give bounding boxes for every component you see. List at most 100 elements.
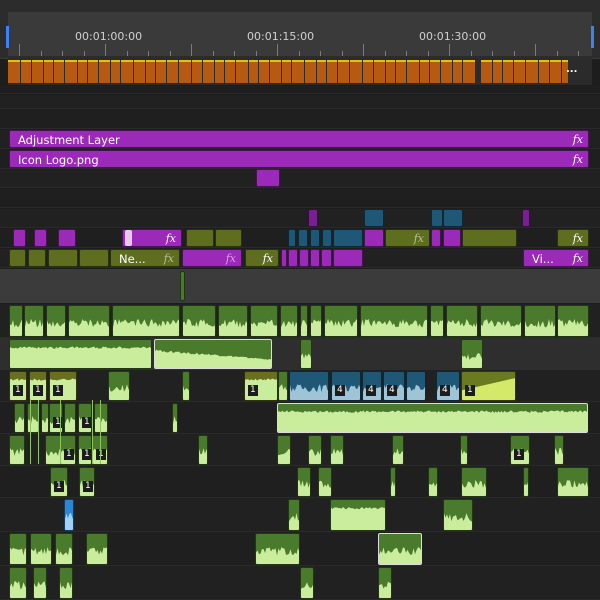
clip-purple-fx[interactable]: fx	[182, 249, 242, 267]
track-lane[interactable]	[0, 86, 600, 94]
audio-clip[interactable]	[182, 371, 190, 401]
audio-clip[interactable]	[460, 435, 468, 465]
clip-purple[interactable]	[333, 249, 363, 267]
audio-clip[interactable]	[554, 435, 564, 465]
clip-purple[interactable]	[13, 229, 26, 247]
audio-clip[interactable]	[255, 533, 300, 565]
audio-clip[interactable]	[59, 567, 73, 599]
audio-clip[interactable]	[182, 305, 216, 337]
audio-clip[interactable]: 1	[461, 371, 516, 401]
audio-clip[interactable]	[280, 305, 298, 337]
clip-purple-tiny[interactable]	[522, 209, 530, 227]
clip-teal[interactable]	[310, 229, 320, 247]
clip-icon-logo[interactable]: Icon Logo.png fx	[9, 150, 589, 168]
track-lane[interactable]	[0, 110, 600, 129]
audio-clip[interactable]	[41, 403, 49, 433]
audio-clip[interactable]: 1	[9, 371, 27, 401]
audio-clip[interactable]	[108, 371, 130, 401]
clip-teal[interactable]	[443, 209, 463, 227]
audio-clip[interactable]: 1	[244, 371, 278, 401]
audio-clip[interactable]: 1	[78, 435, 92, 465]
audio-clip[interactable]	[378, 567, 392, 599]
audio-clip[interactable]: 1	[29, 371, 47, 401]
audio-clip[interactable]: 1	[60, 435, 76, 465]
audio-clip[interactable]: 4	[362, 371, 382, 401]
audio-clip[interactable]	[278, 371, 288, 401]
audio-clip[interactable]	[300, 305, 308, 337]
clip-new[interactable]: Ne... fx	[110, 249, 180, 267]
audio-clip[interactable]	[288, 499, 300, 531]
audio-clip[interactable]	[172, 403, 178, 433]
audio-clip[interactable]	[24, 305, 44, 337]
clip-olive[interactable]	[48, 249, 78, 267]
in-point-marker-icon[interactable]	[6, 26, 9, 48]
audio-clip[interactable]	[360, 305, 428, 337]
clip-olive-fx[interactable]: fx	[385, 229, 430, 247]
track-lane[interactable]	[0, 189, 600, 208]
audio-clip[interactable]	[406, 371, 426, 401]
audio-clip[interactable]	[428, 467, 438, 497]
clip-adjustment-layer[interactable]: Adjustment Layer fx	[9, 130, 589, 148]
out-point-marker-icon[interactable]	[591, 26, 594, 48]
audio-clip[interactable]	[94, 403, 108, 433]
audio-clip[interactable]	[443, 499, 473, 531]
audio-clip[interactable]	[55, 533, 73, 565]
clip-olive[interactable]	[186, 229, 214, 247]
audio-clip[interactable]	[310, 305, 322, 337]
clip-olive-fx[interactable]: fx	[245, 249, 279, 267]
audio-clip[interactable]	[9, 533, 27, 565]
audio-clip[interactable]	[480, 305, 522, 337]
audio-clip[interactable]	[392, 435, 404, 465]
clip-purple[interactable]	[288, 249, 298, 267]
audio-clip[interactable]	[318, 467, 332, 497]
clip-purple-tiny[interactable]	[308, 209, 318, 227]
audio-clip[interactable]	[308, 435, 322, 465]
clip-purple[interactable]	[364, 229, 384, 247]
clip-teal[interactable]	[333, 229, 363, 247]
track-lane[interactable]	[0, 209, 600, 228]
audio-clip[interactable]	[557, 305, 589, 337]
audio-clip[interactable]	[64, 499, 74, 531]
audio-clip[interactable]	[250, 305, 278, 337]
audio-clip[interactable]	[64, 403, 76, 433]
audio-clip[interactable]	[154, 339, 272, 369]
audio-clip[interactable]	[9, 305, 23, 337]
audio-clip[interactable]	[289, 371, 329, 401]
clip-olive[interactable]	[462, 229, 517, 247]
audio-clip[interactable]: 4	[436, 371, 460, 401]
clip-purple[interactable]	[310, 249, 320, 267]
clip-teal[interactable]	[364, 209, 384, 227]
audio-clip[interactable]	[330, 435, 344, 465]
audio-clip[interactable]: 1	[50, 467, 68, 497]
clip-olive[interactable]	[215, 229, 242, 247]
clip-vi[interactable]: Vi... fx	[523, 249, 589, 267]
audio-clip[interactable]	[461, 467, 487, 497]
clip-purple[interactable]	[58, 229, 76, 247]
audio-clip[interactable]	[277, 435, 291, 465]
audio-clip[interactable]	[524, 305, 556, 337]
clip-olive[interactable]	[28, 249, 46, 267]
audio-clip[interactable]	[218, 305, 248, 337]
audio-clip[interactable]	[198, 435, 208, 465]
audio-clip[interactable]	[30, 533, 52, 565]
clip-olive[interactable]	[9, 249, 26, 267]
clip-purple[interactable]	[281, 249, 287, 267]
time-ruler[interactable]: 00:01:00:00 00:01:15:00 00:01:30:00	[0, 0, 600, 59]
clip-teal[interactable]	[431, 209, 443, 227]
audio-clip[interactable]: 1	[510, 435, 530, 465]
audio-clip[interactable]	[430, 305, 444, 337]
track-lane[interactable]	[0, 169, 600, 188]
track-lane[interactable]	[0, 498, 600, 532]
clip-purple[interactable]	[443, 229, 461, 247]
audio-clip[interactable]	[557, 467, 589, 497]
clip-purple-small[interactable]	[256, 169, 280, 187]
clip-audio-sliver[interactable]	[180, 271, 185, 301]
audio-clip[interactable]	[46, 305, 66, 337]
audio-clip[interactable]	[378, 533, 422, 565]
clip-teal[interactable]	[322, 229, 332, 247]
audio-clip[interactable]: 1	[78, 403, 92, 433]
audio-clip[interactable]	[33, 567, 47, 599]
clip-olive[interactable]	[79, 249, 109, 267]
audio-clip[interactable]: 4	[383, 371, 405, 401]
clip-teal[interactable]	[298, 229, 308, 247]
